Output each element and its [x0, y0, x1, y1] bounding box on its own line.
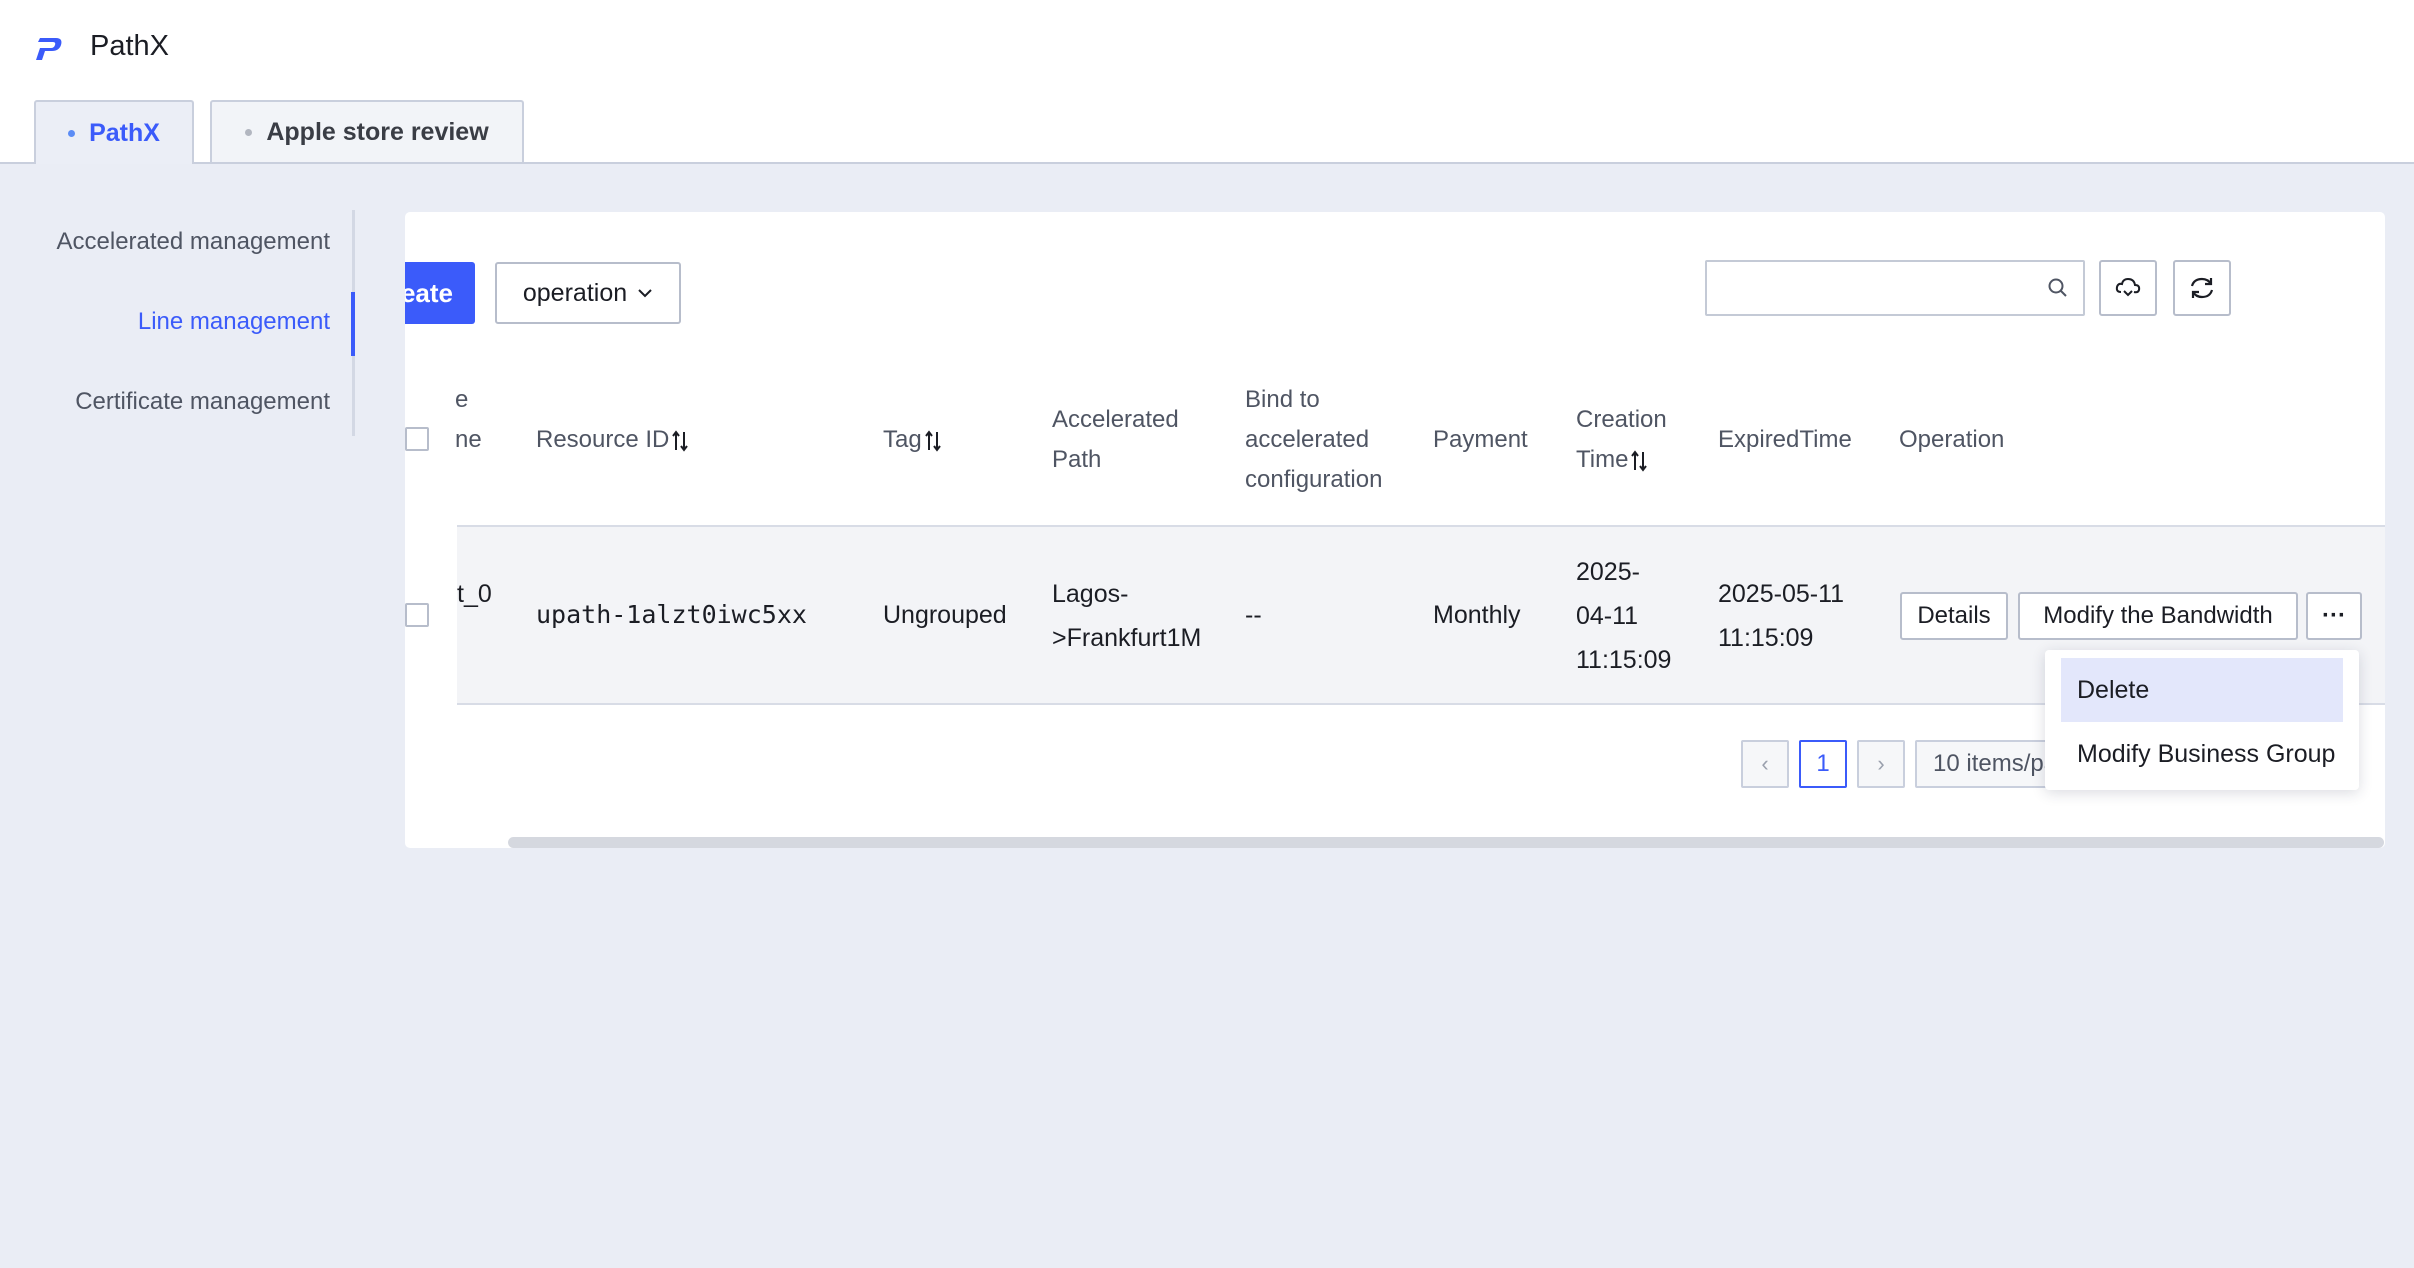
header-bind-config: Bind to accelerated configuration — [1245, 380, 1382, 500]
header-expired-time: ExpiredTime — [1718, 426, 1852, 453]
app-title: PathX — [90, 30, 169, 62]
download-button[interactable] — [2099, 260, 2157, 316]
header-name-line: e — [455, 386, 469, 413]
header-line: Accelerated — [1052, 406, 1179, 433]
cell-creation-time: 2025- 04-11 11:15:09 — [1576, 550, 1671, 682]
next-page-button[interactable]: › — [1857, 740, 1905, 788]
header-accelerated-path: Accelerated Path — [1052, 400, 1179, 480]
cell-line: >Frankfurt1M — [1052, 624, 1202, 652]
tab-apple-store-review[interactable]: Apple store review — [210, 100, 524, 162]
sort-icon[interactable] — [1630, 449, 1648, 472]
cell-expired-time: 2025-05-11 11:15:09 — [1718, 572, 1844, 660]
header-creation-time[interactable]: Creation Time — [1576, 400, 1667, 480]
refresh-icon — [2190, 277, 2214, 299]
menu-item-delete[interactable]: Delete — [2061, 658, 2343, 722]
cell-name[interactable]: t_0 — [457, 572, 492, 616]
tab-label: PathX — [89, 118, 160, 147]
more-actions-button[interactable]: ··· — [2306, 592, 2362, 640]
pathx-logo-icon — [36, 38, 62, 60]
header-tag[interactable]: Tag — [883, 420, 942, 460]
refresh-button[interactable] — [2173, 260, 2231, 316]
row-checkbox[interactable] — [405, 603, 429, 627]
chevron-down-icon — [638, 289, 652, 298]
cloud-icon — [2115, 277, 2141, 297]
tab-label: Apple store review — [266, 117, 489, 146]
header-line: Bind to — [1245, 386, 1320, 413]
cell-bind-config: -- — [1245, 601, 1262, 629]
search-input[interactable] — [1705, 260, 2085, 316]
header-operation: Operation — [1899, 426, 2005, 453]
details-button[interactable]: Details — [1900, 592, 2008, 640]
header-resource-id-label: Resource ID — [536, 426, 670, 453]
cell-line: 11:15:09 — [1576, 646, 1672, 674]
cell-line: 11:15:09 — [1718, 624, 1814, 652]
header-name[interactable]: e ne — [455, 380, 482, 460]
cell-accelerated-path: Lagos- >Frankfurt1M — [1052, 572, 1201, 660]
sort-icon[interactable] — [671, 429, 689, 452]
cell-line: 2025-05-11 — [1718, 580, 1845, 608]
sort-icon[interactable] — [924, 429, 942, 452]
header-name-line: ne — [455, 426, 482, 453]
search-icon[interactable] — [2047, 277, 2069, 299]
cell-line: 04-11 — [1576, 602, 1639, 630]
header-line: Path — [1052, 446, 1102, 473]
header-line: Time — [1576, 446, 1629, 473]
active-nav-indicator — [351, 292, 355, 356]
tab-pathx[interactable]: PathX — [34, 100, 194, 164]
tab-dot-icon — [245, 128, 253, 136]
prev-page-button[interactable]: ‹ — [1741, 740, 1789, 788]
cell-resource-id[interactable]: upath-1alzt0iwc5xx — [536, 593, 807, 637]
cell-payment: Monthly — [1433, 601, 1521, 629]
menu-item-modify-business-group[interactable]: Modify Business Group — [2061, 722, 2343, 786]
cell-tag: Ungrouped — [883, 601, 1007, 629]
header-line: Creation — [1576, 406, 1667, 433]
header-resource-id[interactable]: Resource ID — [536, 420, 689, 460]
header-line: configuration — [1245, 466, 1383, 493]
sidebar-item-certificate-management[interactable]: Certificate management — [75, 388, 330, 416]
header-line: accelerated — [1245, 426, 1370, 453]
page-1-button[interactable]: 1 — [1799, 740, 1847, 788]
horizontal-scrollbar[interactable] — [508, 837, 2384, 848]
header-tag-label: Tag — [883, 426, 922, 453]
cell-line: 2025- — [1576, 558, 1640, 586]
tab-dot-icon — [68, 129, 76, 137]
select-all-checkbox[interactable] — [405, 427, 429, 451]
operation-dropdown-button[interactable]: operation — [495, 262, 681, 324]
modify-bandwidth-button[interactable]: Modify the Bandwidth — [2018, 592, 2298, 640]
more-actions-menu: Delete Modify Business Group — [2045, 650, 2359, 790]
operation-label: operation — [522, 278, 628, 307]
top-bar: PathX PathX Apple store review — [0, 0, 2414, 164]
sidebar-item-line-management[interactable]: Line management — [138, 308, 330, 336]
sidebar-item-accelerated-management[interactable]: Accelerated management — [57, 228, 331, 256]
create-button[interactable]: eate — [405, 262, 475, 324]
sidebar: Accelerated management Line management C… — [0, 210, 355, 436]
header-payment: Payment — [1433, 426, 1528, 453]
cell-line: Lagos- — [1052, 580, 1129, 608]
